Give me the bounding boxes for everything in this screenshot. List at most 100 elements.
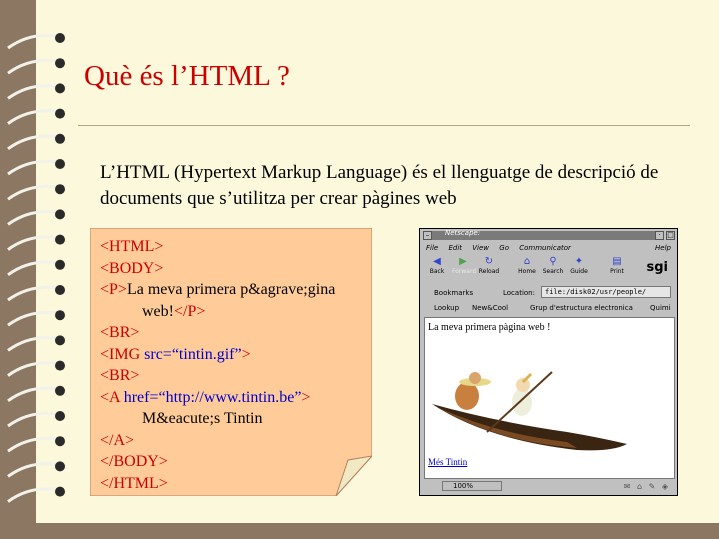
spiral-hole [55,184,65,195]
link-new-cool[interactable]: New&Cool [472,304,508,312]
html-code: <HTML> <BODY> <P>La meva primera p&agrav… [100,236,335,494]
code-p-text2: web! [142,302,174,320]
browser-title: Netscape: [445,229,481,237]
progress-indicator: 100% [442,481,502,491]
minimize-button[interactable]: · [655,231,664,240]
code-img-attr: src=“tintin.gif” [144,345,242,363]
spiral-hole [55,83,65,94]
code-a-end: > [301,388,311,406]
maximize-button[interactable]: □ [666,231,675,240]
home-button[interactable]: ⌂ Home [516,255,538,276]
code-a-text: M&eacute;s Tintin [142,410,263,427]
forward-arrow-icon: ▶ [459,256,467,267]
spiral-hole [55,335,65,346]
code-html-close: </HTML> [100,474,168,492]
spiral-binding [7,33,65,503]
spiral-hole [55,310,65,321]
link-lookup[interactable]: Lookup [434,304,459,312]
spiral-hole [55,108,65,119]
back-button[interactable]: ◀ Back [426,255,448,276]
code-body-close: </BODY> [100,453,168,470]
browser-title-bar[interactable]: Netscape: [423,229,661,240]
menu-view[interactable]: View [472,244,489,252]
spiral-ring [7,487,59,503]
title-divider [78,125,690,126]
spiral-hole [55,436,65,447]
page-link-tintin[interactable]: Més Tintin [428,457,467,467]
spiral-hole [55,259,65,270]
spiral-ring [7,210,59,226]
reload-button[interactable]: ↻ Reload [478,255,500,276]
browser-content: La meva primera pàgina web ! Més Tintin [424,317,675,479]
menu-edit[interactable]: Edit [448,244,462,252]
code-br-1: <BR> [100,324,140,341]
spiral-ring [7,235,59,251]
spiral-ring [7,84,59,100]
spiral-hole [55,159,65,169]
search-button[interactable]: ⚲ Search [542,255,564,276]
spiral-hole [55,234,65,245]
link-grup[interactable]: Grup d'estructura electronica [530,304,633,312]
tintin-canoe-image [432,371,627,451]
browser-menu-bar: File Edit View Go Communicator [426,244,672,254]
location-label: Location: [503,289,535,297]
location-input[interactable]: file:/disk02/usr/people/ [541,286,671,298]
code-body-open: <BODY> [100,259,164,277]
guide-icon: ✦ [574,256,584,267]
status-bar: 100% ✉ ⌂ ✎ ◈ [424,481,674,493]
guide-button[interactable]: ✦ Guide [568,255,590,276]
bookmarks-button[interactable]: Bookmarks [434,289,473,297]
code-a-attr: href=“http://www.tintin.be” [123,388,302,406]
menu-help[interactable]: Help [655,244,671,252]
spiral-hole [55,33,65,43]
spiral-hole [55,411,65,421]
code-a-close: </A> [100,431,135,449]
personal-toolbar: Lookup New&Cool Grup d'estructura electr… [424,302,674,314]
sgi-logo: sgi [646,260,669,275]
menu-file[interactable]: File [426,244,438,252]
spiral-ring [7,361,59,377]
print-icon: ▤ [612,256,622,267]
browser-window: Netscape: – · □ File Edit View Go Commun… [419,228,678,496]
home-icon: ⌂ [523,256,531,267]
menu-communicator[interactable]: Communicator [519,244,571,252]
code-img-tag: <IMG [100,345,141,363]
browser-toolbar: ◀ Back ▶ Forward ↻ Reload ⌂ Home ⚲ Search ✦ Gu… [424,255,674,285]
spiral-hole [55,385,65,396]
code-p-open: <P> [100,281,127,298]
code-img-end: > [241,345,251,363]
code-a-tag: <A [100,388,120,406]
spiral-ring [7,58,59,75]
status-icons: ✉ ⌂ ✎ ◈ [623,482,670,491]
reload-icon: ↻ [484,256,494,267]
print-button[interactable]: ▤ Print [606,255,628,276]
code-br-2: <BR> [100,367,140,384]
spiral-ring [7,134,59,151]
spiral-hole [55,133,65,144]
spiral-ring [7,462,59,478]
spiral-ring [7,436,59,453]
forward-button[interactable]: ▶ Forward [452,255,476,276]
menu-go[interactable]: Go [499,244,509,252]
window-menu-button[interactable]: – [423,231,432,240]
spiral-ring [7,310,59,327]
location-bar: Bookmarks Location: file:/disk02/usr/peo… [424,286,674,300]
code-html-open: <HTML> [100,238,164,255]
link-quimi[interactable]: Quimi [650,304,671,312]
spiral-hole [55,209,65,220]
spiral-hole [55,486,65,497]
spiral-ring [7,184,59,201]
slide-title: Què és l’HTML ? [84,60,290,92]
spiral-hole [55,58,65,69]
spiral-ring [7,159,59,176]
spiral-hole [55,360,65,371]
spiral-ring [7,386,59,403]
code-p-close: </P> [173,302,206,320]
spiral-hole [55,285,65,295]
spiral-hole [55,461,65,472]
spiral-ring [7,336,59,352]
spiral-ring [7,285,59,302]
slide-description: L’HTML (Hypertext Markup Language) és el… [100,162,659,209]
page-heading: La meva primera pàgina web ! [428,322,551,333]
search-icon: ⚲ [549,256,557,267]
